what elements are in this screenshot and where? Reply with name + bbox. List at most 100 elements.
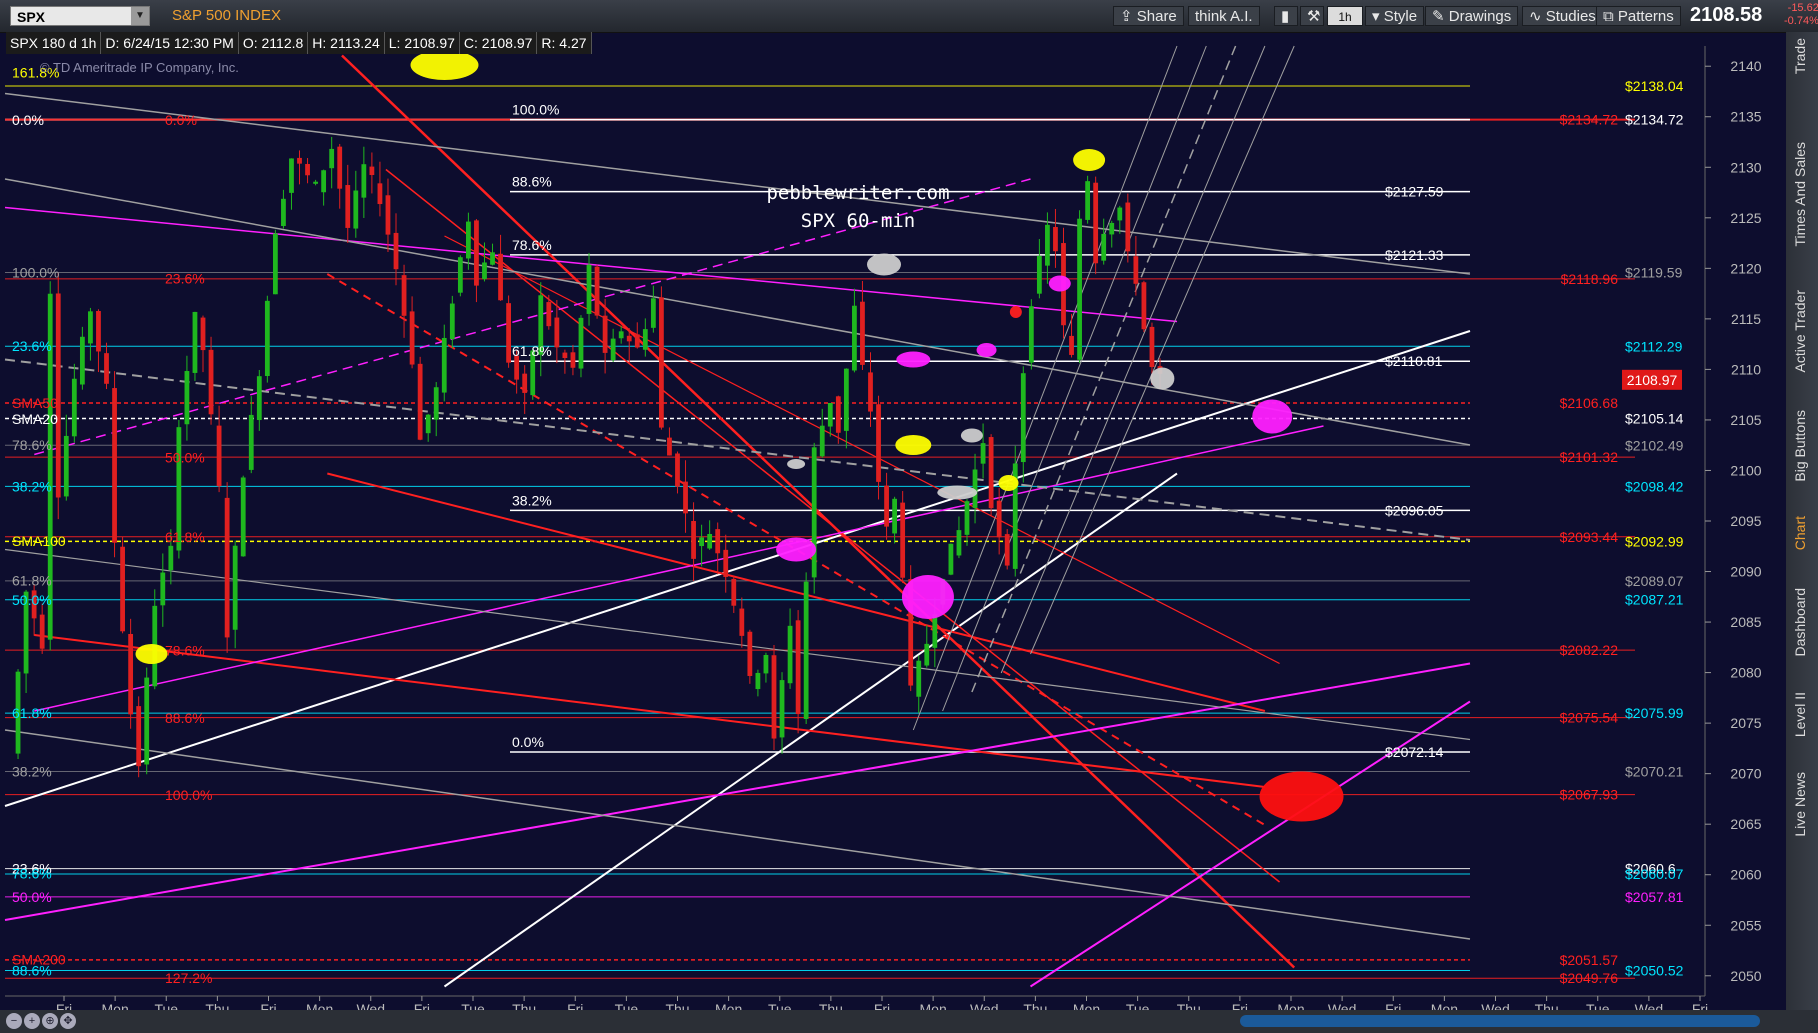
tab-trade[interactable]: Trade (1792, 38, 1808, 74)
level-label: $2057.81 (1625, 889, 1684, 905)
candle-body (779, 680, 785, 738)
candle-body (860, 301, 865, 365)
level-label: $2105.14 (1625, 411, 1684, 427)
chart-type-icon[interactable]: ▮ (1274, 6, 1298, 26)
left-level-label: 88.6% (165, 710, 205, 726)
y-tick-label: 2095 (1730, 513, 1761, 529)
zoom-in-icon[interactable]: + (24, 1013, 40, 1029)
level-label: $2060.07 (1625, 866, 1684, 882)
candle-body (884, 485, 889, 527)
candle-body (900, 502, 906, 578)
candle-body (683, 481, 688, 514)
last-price: 2108.58 (1690, 4, 1763, 26)
fib-label: 61.8% (512, 343, 552, 359)
level-label: $2051.57 (1560, 952, 1619, 968)
level-label: $2134.72 (1625, 112, 1684, 128)
drawings-button[interactable]: ✎ Drawings (1425, 6, 1519, 26)
y-tick-label: 2100 (1730, 462, 1761, 478)
candle-body (353, 190, 359, 229)
tab-times-and-sales[interactable]: Times And Sales (1792, 142, 1808, 247)
patterns-button[interactable]: ⧉ Patterns (1596, 6, 1681, 26)
candle-body (1109, 222, 1115, 235)
candle-body (264, 300, 270, 377)
candle-body (297, 157, 302, 164)
marker-ellipse (901, 575, 954, 619)
copyright-text: © TD Ameritrade IP Company, Inc. (40, 60, 239, 75)
fib-label: 88.6% (512, 174, 552, 190)
symbol-input[interactable]: SPX ▼ (10, 6, 150, 26)
y-tick-label: 2130 (1730, 159, 1761, 175)
candle-body (554, 317, 560, 348)
chart-scrollbar[interactable] (1240, 1015, 1760, 1027)
candle-body (345, 185, 351, 228)
zoom-fit-icon[interactable]: ⊕ (42, 1013, 58, 1029)
candle-body (474, 220, 479, 286)
wrench-icon[interactable]: ⚒ (1300, 6, 1324, 26)
top-toolbar: SPX ▼ S&P 500 INDEX ⇪ Share think A.I. ▮… (0, 0, 1818, 33)
tab-dashboard[interactable]: Dashboard (1792, 588, 1808, 657)
candle-body (200, 317, 206, 351)
tab-big-buttons[interactable]: Big Buttons (1792, 410, 1808, 482)
level-label: $2075.99 (1625, 705, 1684, 721)
candle-body (731, 578, 737, 606)
tab-chart[interactable]: Chart (1792, 516, 1808, 550)
candle-body (1053, 226, 1058, 252)
y-tick-label: 2080 (1730, 665, 1761, 681)
candle-body (120, 546, 125, 632)
candle-body (112, 388, 117, 543)
marker-ellipse (976, 343, 997, 357)
level-label: $2098.42 (1625, 478, 1684, 494)
candle-body (892, 498, 898, 534)
candle-body (642, 329, 648, 350)
tab-active-trader[interactable]: Active Trader (1792, 290, 1808, 372)
symbol-text: SPX (17, 9, 46, 25)
candle-body (168, 545, 174, 571)
candle-body (1141, 282, 1147, 330)
tab-live-news[interactable]: Live News (1792, 772, 1808, 837)
candle-body (996, 500, 1002, 538)
candle-body (369, 166, 375, 176)
candle-body (63, 435, 69, 497)
chevron-down-icon[interactable]: ▼ (131, 7, 149, 25)
candle-body (361, 164, 367, 198)
studies-button[interactable]: ∿ Studies (1522, 6, 1603, 26)
current-price-label: 2108.97 (1627, 372, 1678, 388)
candle-body (224, 497, 230, 638)
candle-body (1036, 255, 1042, 294)
fib-label: 0.0% (512, 734, 544, 750)
candle-body (650, 298, 656, 328)
left-level-label: 38.2% (12, 764, 52, 780)
candle-body (827, 403, 833, 427)
candle-body (843, 368, 849, 431)
bottom-toolbar: − + ⊕ ✥ (0, 1010, 1818, 1033)
candle-body (1133, 256, 1139, 284)
price-chart[interactable]: $2138.04 $2134.72 $2134.72 $2127.59 $2121.33… (0, 0, 1818, 1033)
level-label: $2121.33 (1385, 247, 1444, 263)
candle-body (546, 302, 552, 327)
style-button[interactable]: ▾ Style (1365, 6, 1425, 26)
candle-body (449, 303, 455, 340)
interval-button[interactable]: 1h (1327, 6, 1363, 26)
candle-body (1149, 326, 1155, 368)
tab-level-ii[interactable]: Level II (1792, 692, 1808, 737)
candle-body (852, 305, 857, 371)
pan-icon[interactable]: ✥ (60, 1013, 76, 1029)
chart-title: SPX 180 d 1h (6, 32, 102, 54)
candle-body (594, 266, 600, 316)
candle-body (465, 221, 471, 259)
candle-body (634, 334, 640, 348)
zoom-out-icon[interactable]: − (6, 1013, 22, 1029)
left-level-label: 100.0% (165, 787, 212, 803)
share-button[interactable]: ⇪ Share (1113, 6, 1184, 26)
candle-body (675, 453, 680, 487)
candle-body (104, 353, 109, 384)
candle-body (128, 633, 134, 715)
candle-body (1093, 182, 1099, 264)
candle-body (96, 311, 101, 352)
think-ai-button[interactable]: think A.I. (1188, 6, 1260, 26)
candle-body (433, 387, 439, 420)
level-label: $2138.04 (1625, 78, 1684, 94)
candle-body (1020, 373, 1026, 463)
marker-ellipse (937, 485, 978, 500)
marker-ellipse (1252, 399, 1293, 434)
